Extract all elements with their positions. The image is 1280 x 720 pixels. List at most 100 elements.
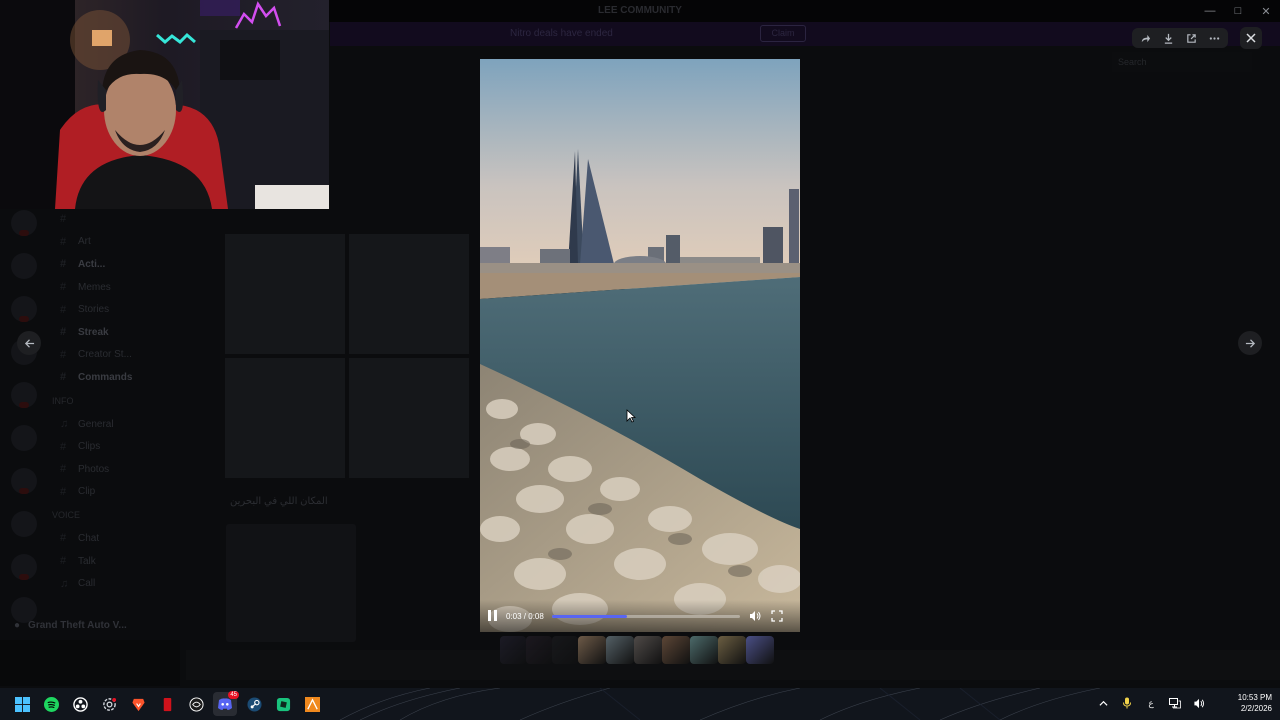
close-viewer-button[interactable] (1240, 27, 1262, 49)
speaker-icon: ♫ (60, 577, 69, 590)
channel-header-tools: Search (1004, 50, 1280, 74)
channel-label: Memes (78, 281, 111, 293)
media-thumbnail[interactable] (606, 636, 634, 664)
search-input[interactable]: Search (1112, 52, 1252, 72)
media-thumbnail[interactable] (500, 636, 526, 664)
clock-date: 2/2/2026 (1240, 704, 1272, 713)
channel-item[interactable]: # Stories (46, 298, 214, 321)
channel-item[interactable]: ♫ General (46, 413, 214, 436)
close-icon (1246, 33, 1256, 43)
media-thumbnail[interactable] (578, 636, 606, 664)
media-tile[interactable] (225, 234, 345, 354)
channel-item[interactable]: ♫ Call (46, 572, 214, 595)
channel-item[interactable]: # Streak (46, 321, 214, 344)
banner-text: Nitro deals have ended (510, 28, 613, 39)
system-tray: ع 10:53 PM 2/2/2026 (1096, 692, 1272, 714)
steam-icon[interactable] (242, 692, 266, 716)
server-icon[interactable] (11, 511, 37, 537)
media-thumbnail[interactable] (718, 636, 746, 664)
channel-category[interactable]: INFO (46, 389, 214, 413)
channel-item[interactable]: # Art (46, 231, 214, 254)
maximize-icon[interactable]: □ (1230, 3, 1246, 19)
channel-label: Clips (78, 441, 101, 453)
server-icon[interactable] (11, 425, 37, 451)
server-icon[interactable] (11, 210, 37, 236)
hash-icon: # (60, 532, 67, 545)
minimize-icon[interactable]: — (1202, 3, 1218, 19)
media-thumbnail[interactable] (526, 636, 552, 664)
media-thumbnail[interactable] (662, 636, 690, 664)
media-tile[interactable] (349, 358, 469, 478)
more-icon[interactable] (1204, 28, 1225, 48)
webcam-overlay (0, 0, 329, 209)
channel-list: # # Art # Acti... # Memes # Stories # Streak … (46, 208, 214, 628)
video-player[interactable]: 0:03 / 0:08 (480, 59, 800, 632)
autodesk-icon[interactable] (300, 692, 324, 716)
previous-media-button[interactable] (17, 331, 41, 355)
channel-label: Art (78, 236, 91, 248)
channel-item[interactable]: # Clip (46, 481, 214, 504)
next-media-button[interactable] (1238, 331, 1262, 355)
attachment-preview[interactable] (226, 524, 356, 642)
server-icon[interactable] (11, 253, 37, 279)
media-thumbnail[interactable] (690, 636, 718, 664)
user-panel (0, 640, 180, 686)
taskbar-apps: 45 (10, 691, 324, 716)
pause-button[interactable] (486, 610, 498, 622)
channel-label: Call (78, 578, 96, 590)
message-text: المكان اللي في البحرين (230, 496, 328, 507)
hash-icon: # (60, 258, 67, 271)
spotify-icon[interactable] (39, 692, 63, 716)
windows-start-icon[interactable] (10, 692, 34, 716)
viewer-toolbar (1132, 28, 1228, 48)
volume-tray-icon[interactable] (1192, 696, 1206, 710)
channel-item[interactable]: # (46, 208, 214, 231)
speaker-icon: ♫ (60, 418, 69, 431)
banner-button[interactable]: Claim (760, 25, 806, 42)
channel-item[interactable]: # Creator St... (46, 344, 214, 367)
download-icon[interactable] (1158, 28, 1179, 48)
hash-icon: # (60, 303, 67, 316)
seek-bar[interactable] (551, 614, 740, 618)
server-icon[interactable] (11, 468, 37, 494)
server-list (0, 210, 44, 630)
server-icon[interactable] (11, 382, 37, 408)
media-tile[interactable] (349, 234, 469, 354)
channel-item[interactable]: # Memes (46, 276, 214, 299)
settings-icon[interactable] (97, 692, 121, 716)
roblox-icon[interactable] (271, 692, 295, 716)
app-red-icon[interactable] (155, 692, 179, 716)
network-icon[interactable] (1168, 696, 1182, 710)
channel-label: Acti... (78, 258, 106, 270)
volume-icon[interactable] (748, 609, 762, 623)
webcam-image (0, 0, 329, 209)
brave-icon[interactable] (126, 692, 150, 716)
channel-item[interactable]: # Acti... (46, 253, 214, 276)
server-icon[interactable] (11, 554, 37, 580)
arrow-left-icon (24, 338, 34, 348)
obs-icon[interactable] (68, 692, 92, 716)
channel-item[interactable]: # Chat (46, 527, 214, 550)
media-thumbnail[interactable] (634, 636, 662, 664)
language-indicator[interactable]: ع (1144, 696, 1158, 710)
media-tile[interactable] (225, 358, 345, 478)
channel-item[interactable]: # Photos (46, 458, 214, 481)
hash-icon: # (60, 463, 67, 476)
chatgpt-icon[interactable] (184, 692, 208, 716)
media-thumbnail[interactable] (552, 636, 578, 664)
fullscreen-icon[interactable] (770, 609, 784, 623)
server-icon[interactable] (11, 296, 37, 322)
channel-item[interactable]: # Clips (46, 435, 214, 458)
channel-category[interactable]: VOICE (46, 503, 214, 527)
open-external-icon[interactable] (1181, 28, 1202, 48)
channel-label: Commands (78, 371, 133, 383)
channel-item[interactable]: # Commands (46, 366, 214, 389)
media-thumbnail[interactable] (746, 636, 774, 664)
window-close-icon[interactable]: ✕ (1258, 3, 1274, 19)
microphone-icon[interactable] (1120, 696, 1134, 710)
channel-item[interactable]: # Talk (46, 550, 214, 573)
forward-icon[interactable] (1135, 28, 1156, 48)
clock[interactable]: 10:53 PM 2/2/2026 (1216, 692, 1272, 714)
chevron-up-icon[interactable] (1096, 696, 1110, 710)
discord-icon[interactable]: 45 (213, 691, 239, 716)
